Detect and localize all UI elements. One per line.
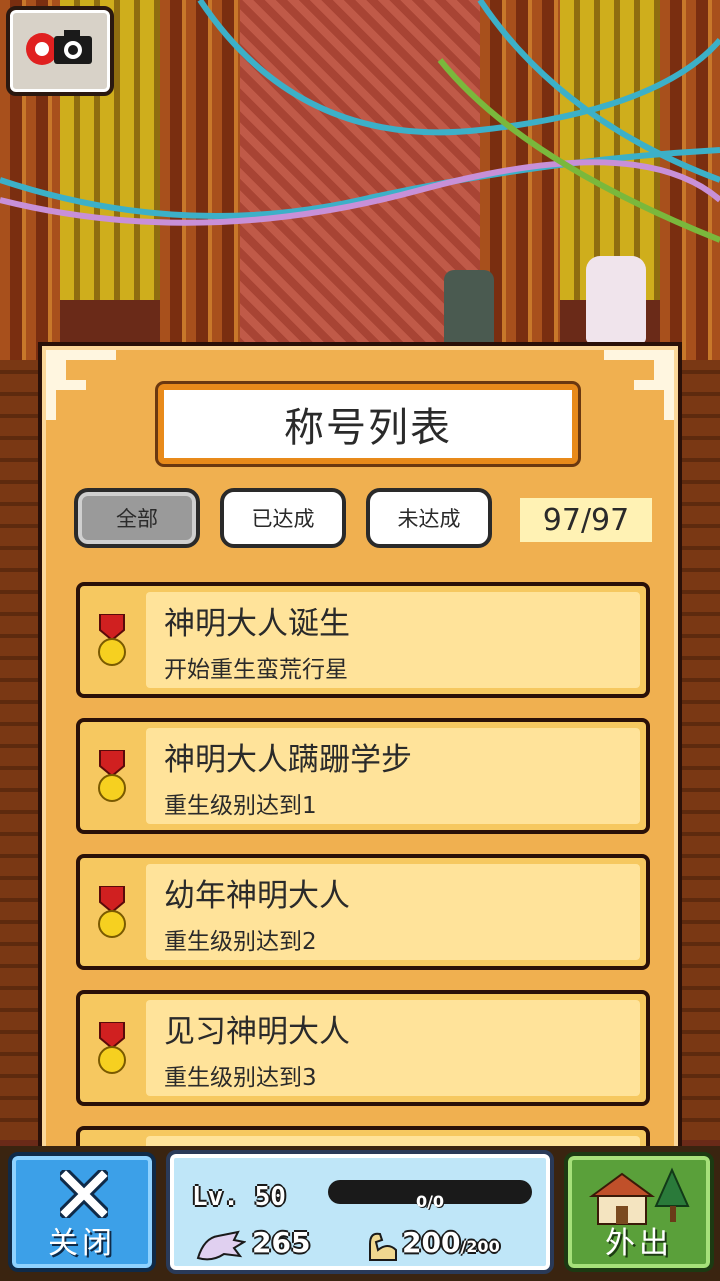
corner-ornament — [604, 350, 674, 420]
medal-icon — [98, 614, 126, 666]
cat-character — [444, 270, 494, 346]
arm-icon — [369, 1232, 397, 1261]
tab-all-label: 全部 — [116, 507, 158, 531]
medal-icon — [98, 886, 126, 938]
player-status-panel: Lv. 50 0/0 265 200/200 — [166, 1150, 554, 1274]
panel-title: 称号列表 — [158, 384, 578, 464]
go-out-button[interactable]: 外出 — [564, 1152, 714, 1272]
titles-panel: 称号列表 全部 已达成 未达成 97/97 神明大人诞生 开始重生蛮荒行星 神明… — [38, 342, 682, 1162]
corner-ornament — [46, 350, 116, 420]
title-description: 重生级别达到1 — [164, 793, 317, 819]
stamina-current: 200 — [402, 1226, 461, 1259]
list-item[interactable]: 见习神明大人 重生级别达到3 — [76, 990, 650, 1106]
stamina-max: /200 — [460, 1237, 500, 1256]
title-name: 神明大人诞生 — [164, 606, 350, 642]
list-item[interactable]: 幼年神明大人 重生级别达到2 — [76, 854, 650, 970]
rabbit-character — [586, 256, 646, 344]
hand-icon — [196, 1230, 246, 1261]
medal-icon — [98, 750, 126, 802]
list-item[interactable]: 神明大人蹒跚学步 重生级别达到1 — [76, 718, 650, 834]
title-description: 重生级别达到3 — [164, 1065, 317, 1091]
souls-count: 265 — [252, 1226, 311, 1259]
title-counter: 97/97 — [520, 498, 652, 542]
title-name: 见习神明大人 — [164, 1014, 350, 1050]
title-description: 开始重生蛮荒行星 — [164, 657, 348, 683]
medal-icon — [98, 1022, 126, 1074]
x-icon — [60, 1170, 108, 1218]
tab-not-achieved-label: 未达成 — [397, 507, 461, 531]
panel-title-text: 称号列表 — [284, 405, 452, 451]
exp-text: 0/0 — [415, 1192, 445, 1211]
title-description: 重生级别达到2 — [164, 929, 317, 955]
title-name: 神明大人蹒跚学步 — [164, 742, 412, 778]
close-button-label: 关闭 — [48, 1226, 116, 1261]
wall-right — [682, 360, 720, 1140]
go-out-button-label: 外出 — [605, 1226, 673, 1261]
tab-achieved[interactable]: 已达成 — [220, 488, 346, 548]
tab-achieved-label: 已达成 — [251, 507, 315, 531]
tab-not-achieved[interactable]: 未达成 — [366, 488, 492, 548]
camera-icon — [26, 30, 92, 65]
list-item[interactable]: 神明大人诞生 开始重生蛮荒行星 — [76, 582, 650, 698]
tab-all[interactable]: 全部 — [74, 488, 200, 548]
stamina-value: 200/200 — [402, 1226, 500, 1259]
level-label: Lv. 50 — [192, 1182, 286, 1212]
title-list[interactable]: 神明大人诞生 开始重生蛮荒行星 神明大人蹒跚学步 重生级别达到1 幼年神明大人 … — [76, 582, 650, 1152]
title-name: 幼年神明大人 — [164, 878, 350, 914]
camera-button[interactable] — [6, 6, 114, 96]
close-button[interactable]: 关闭 — [8, 1152, 156, 1272]
bottom-bar: 关闭 Lv. 50 0/0 265 200/200 外出 — [0, 1146, 720, 1281]
